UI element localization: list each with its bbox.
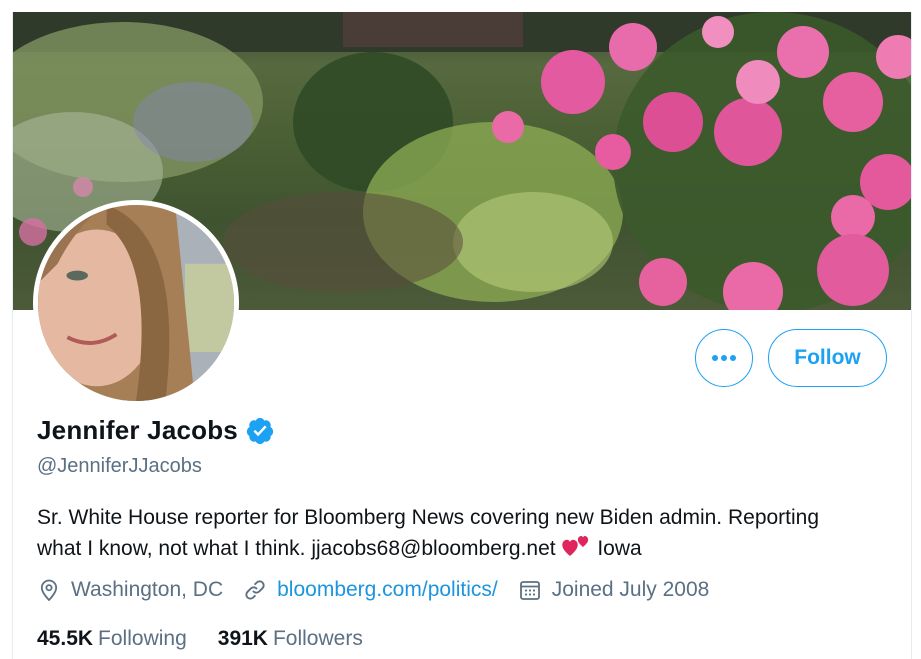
profile-location: Washington, DC xyxy=(37,578,223,602)
followers-count: 391K xyxy=(217,627,268,650)
location-pin-icon xyxy=(40,579,58,602)
follow-button-label: Follow xyxy=(794,346,861,369)
followers-label: Followers xyxy=(272,627,363,650)
followers-link[interactable]: 391K Followers xyxy=(218,627,363,651)
profile-name: Jennifer Jacobs xyxy=(37,415,238,445)
profile-avatar[interactable] xyxy=(33,200,239,406)
follow-button[interactable]: Follow xyxy=(768,329,887,387)
profile-handle: @JenniferJJacobs xyxy=(37,455,202,477)
website-link[interactable]: bloomberg.com/politics/ xyxy=(277,578,498,602)
profile-joined: Joined July 2008 xyxy=(518,578,710,602)
profile-stats: 45.5K Following 391K Followers xyxy=(37,627,394,651)
calendar-icon xyxy=(519,581,540,600)
following-label: Following xyxy=(98,627,187,650)
profile-website: bloomberg.com/politics/ xyxy=(243,578,498,602)
avatar-photo xyxy=(38,205,234,401)
profile-bio: Sr. White House reporter for Bloomberg N… xyxy=(37,502,897,564)
more-options-button[interactable] xyxy=(695,329,753,387)
profile-meta-row: Washington, DC bloomberg.com/politics/ J… xyxy=(37,578,729,602)
two-hearts-emoji xyxy=(562,536,589,556)
profile-name-row: Jennifer Jacobs xyxy=(37,415,275,446)
profile-page: Follow Jennifer Jacobs @JenniferJJacobs … xyxy=(12,12,912,659)
location-text: Washington, DC xyxy=(71,578,224,601)
joined-text: Joined July 2008 xyxy=(551,578,710,601)
following-link[interactable]: 45.5K Following xyxy=(37,627,187,651)
bio-location-text: Iowa xyxy=(597,537,642,560)
following-count: 45.5K xyxy=(37,627,94,650)
verified-badge-icon xyxy=(246,417,274,444)
more-horizontal-icon xyxy=(712,355,736,361)
bio-line-2: what I know, not what I think. jjacobs68… xyxy=(37,537,556,560)
bio-line-1: Sr. White House reporter for Bloomberg N… xyxy=(37,506,820,529)
link-icon xyxy=(245,580,265,600)
